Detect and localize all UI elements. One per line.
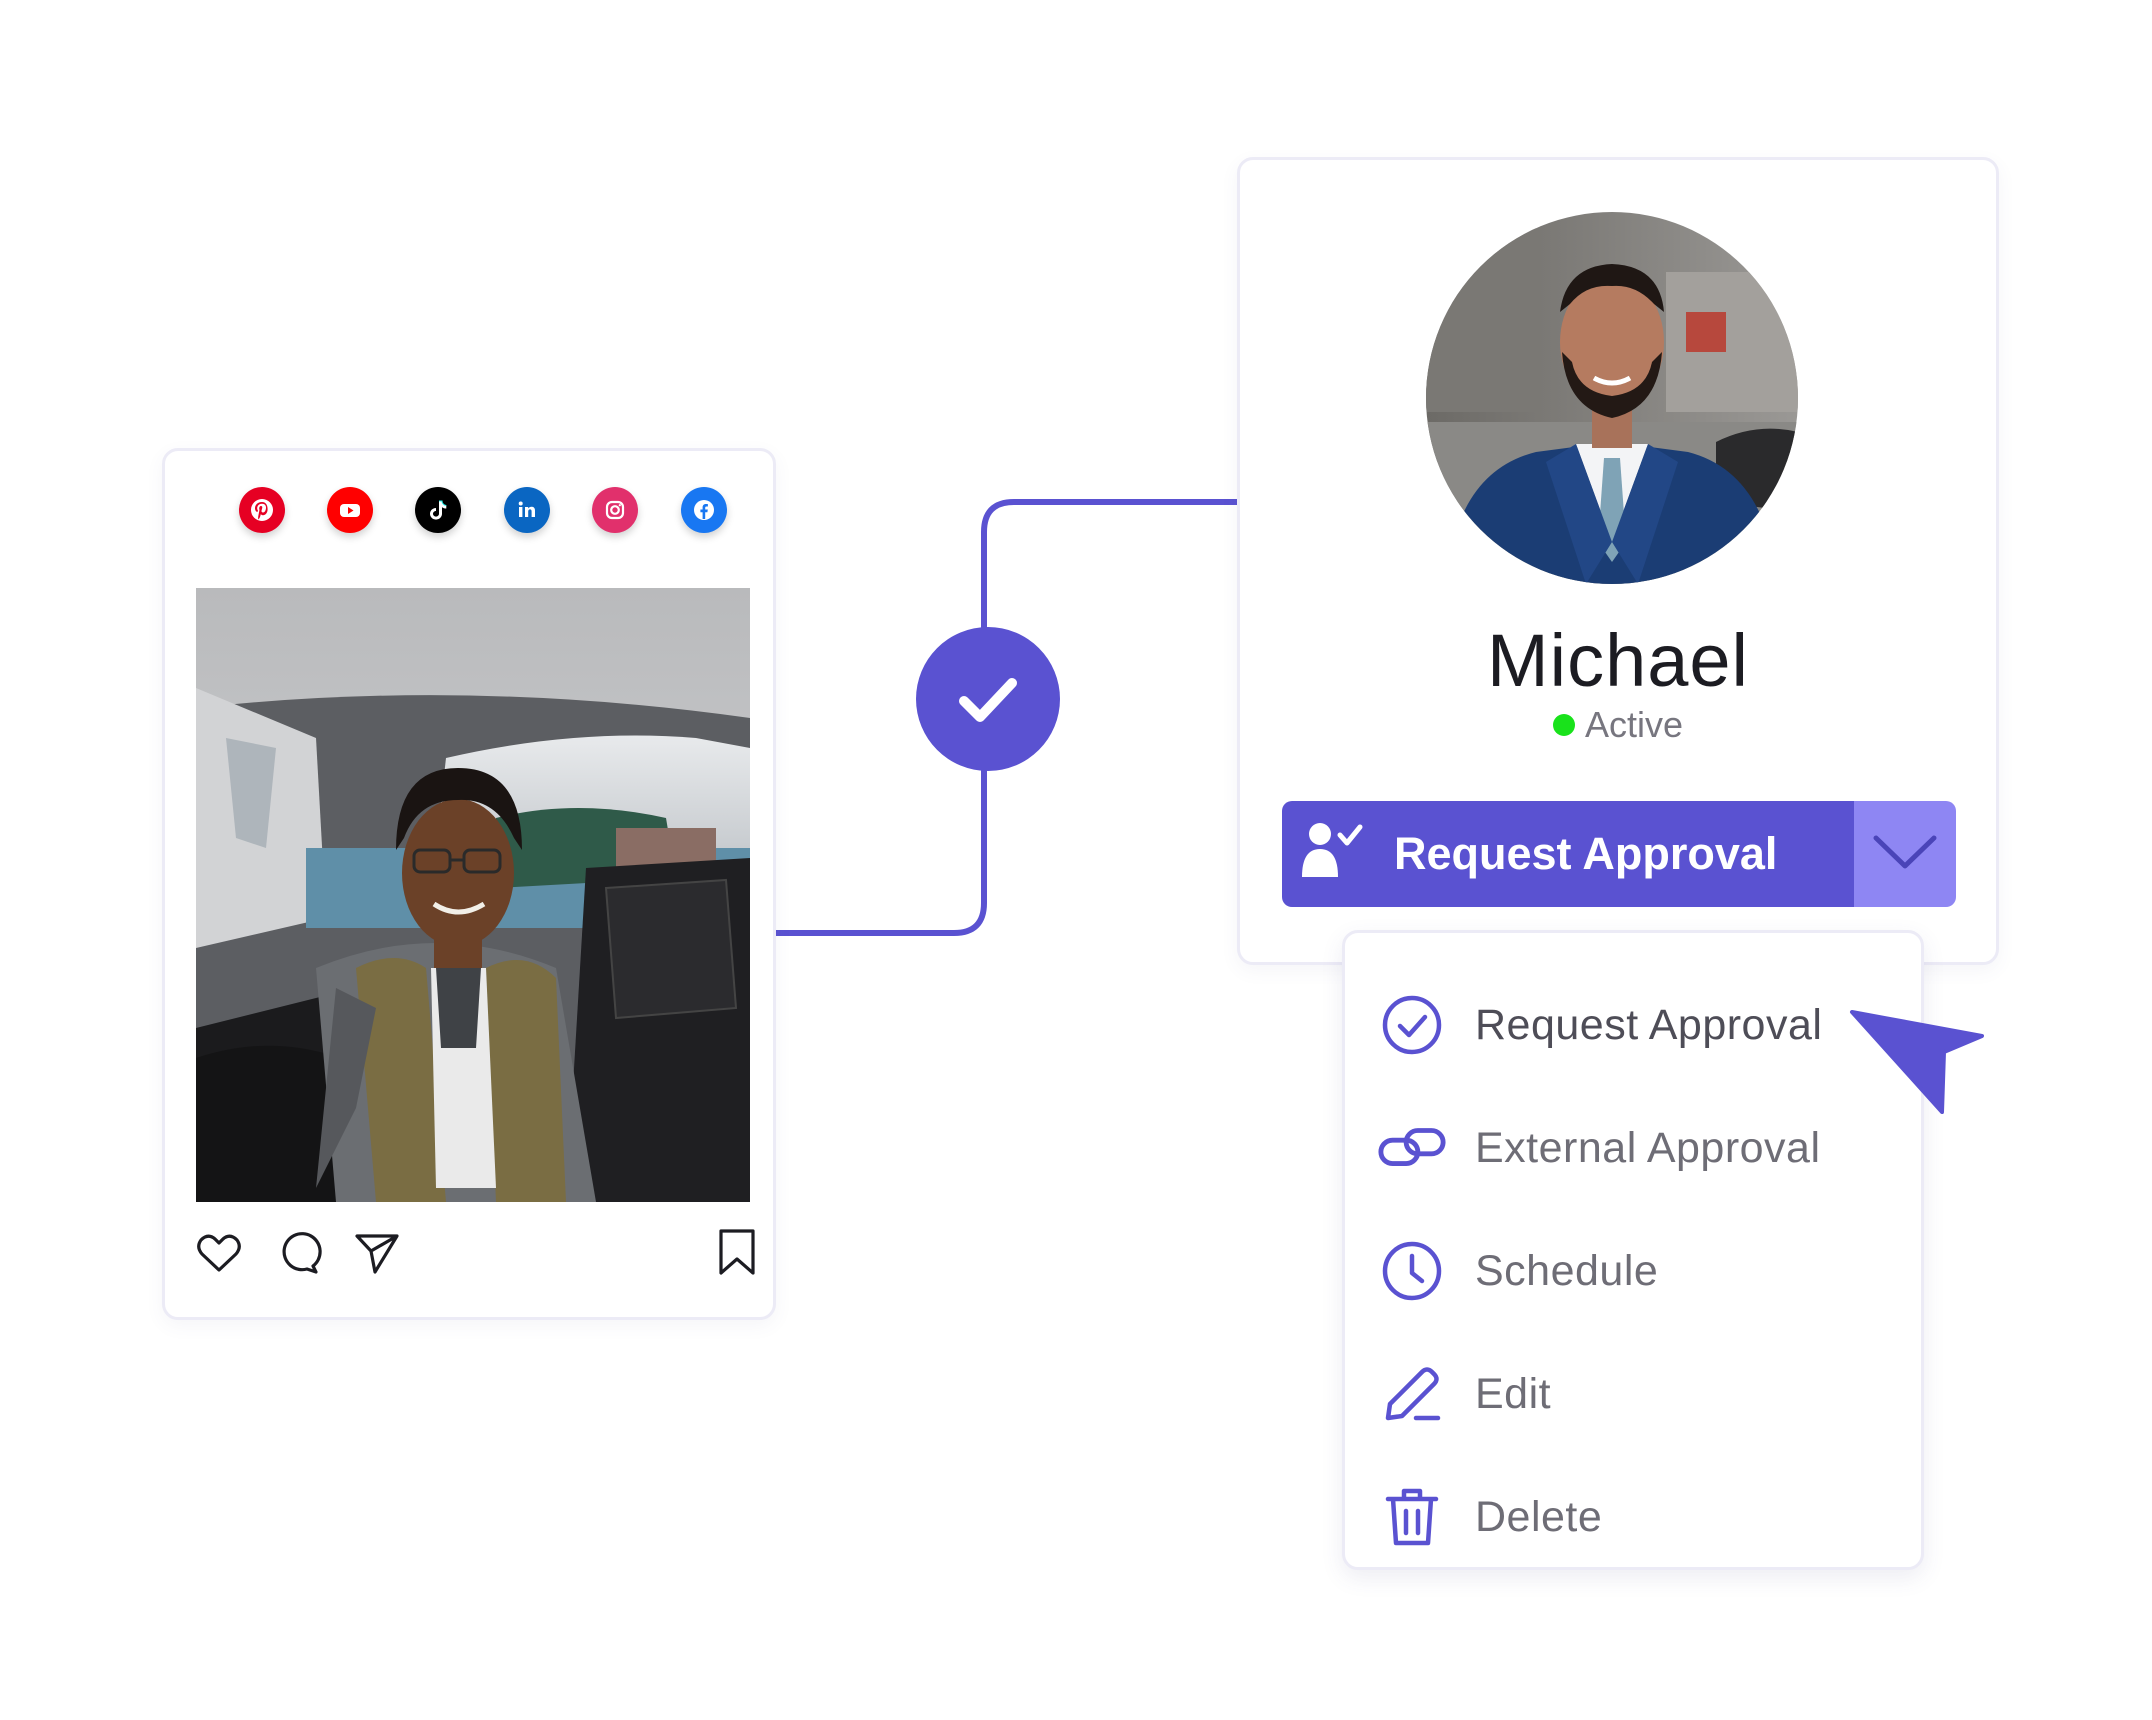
share-icon[interactable]: [351, 1227, 403, 1279]
request-approval-split-button: Request Approval: [1282, 801, 1956, 907]
menu-item-request-approval[interactable]: Request Approval: [1377, 985, 1897, 1065]
social-network-icons: [239, 487, 739, 547]
menu-item-schedule[interactable]: Schedule: [1377, 1231, 1897, 1311]
social-post-card: [162, 448, 776, 1320]
pinterest-icon[interactable]: [239, 487, 285, 533]
request-approval-label: Request Approval: [1394, 828, 1778, 879]
youtube-icon[interactable]: [327, 487, 373, 533]
request-approval-button[interactable]: Request Approval: [1282, 801, 1854, 907]
approval-dropdown-menu: Request Approval External Approval Sched…: [1342, 930, 1924, 1570]
pen-icon: [1377, 1359, 1447, 1429]
status-label: Active: [1584, 704, 1684, 745]
status-indicator: Active: [1240, 704, 1996, 746]
menu-item-edit[interactable]: Edit: [1377, 1354, 1897, 1434]
menu-item-external-approval[interactable]: External Approval: [1377, 1108, 1897, 1188]
check-circle-icon: [1377, 990, 1447, 1060]
user-check-icon: [1300, 819, 1364, 890]
post-photo: [196, 588, 750, 1202]
menu-item-label: Schedule: [1475, 1246, 1659, 1295]
menu-item-label: Request Approval: [1475, 1000, 1823, 1049]
link-icon: [1377, 1113, 1447, 1183]
menu-item-label: Delete: [1475, 1492, 1603, 1541]
chevron-down-icon: [1872, 832, 1938, 877]
profile-card: Michael Active Request Approval: [1237, 157, 1999, 965]
bookmark-icon[interactable]: [711, 1227, 763, 1279]
comment-icon[interactable]: [271, 1227, 323, 1279]
menu-item-label: External Approval: [1475, 1123, 1821, 1172]
clock-icon: [1377, 1236, 1447, 1306]
facebook-icon[interactable]: [681, 487, 727, 533]
instagram-icon[interactable]: [592, 487, 638, 533]
heart-icon[interactable]: [193, 1227, 245, 1279]
pointer-cursor-icon: [1848, 1008, 1988, 1128]
tiktok-icon[interactable]: [415, 487, 461, 533]
trash-icon: [1377, 1482, 1447, 1552]
menu-item-label: Edit: [1475, 1369, 1552, 1418]
linkedin-icon[interactable]: [504, 487, 550, 533]
profile-name: Michael: [1487, 619, 1749, 702]
avatar: [1426, 212, 1798, 584]
approved-check-icon: [916, 627, 1060, 771]
menu-item-delete[interactable]: Delete: [1377, 1477, 1897, 1557]
split-toggle-button[interactable]: [1854, 801, 1956, 907]
status-dot-icon: [1552, 714, 1575, 736]
